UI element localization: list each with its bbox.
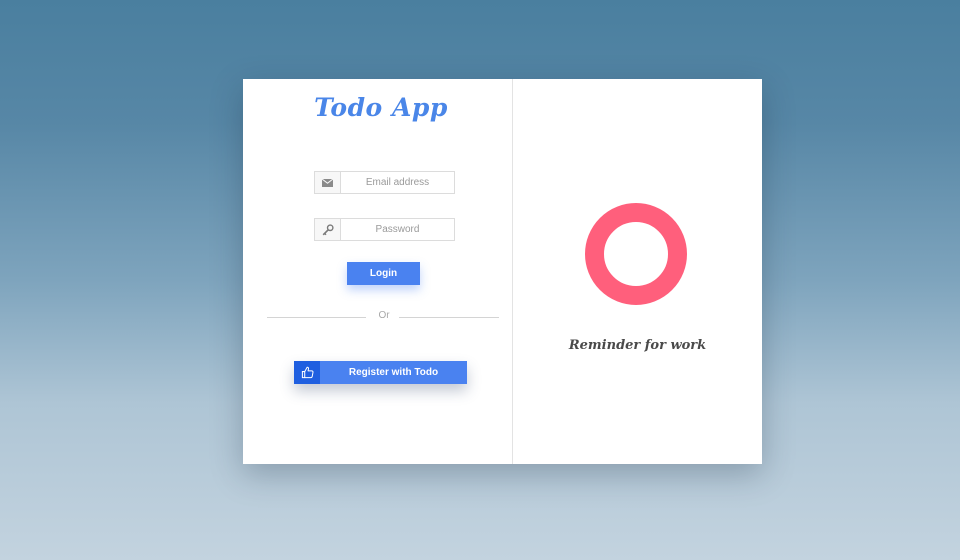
divider-right [399,317,499,318]
thumbs-up-icon [294,361,320,384]
password-field[interactable] [314,218,455,241]
login-panel: Todo App Login Or [243,79,513,464]
divider-left [267,317,366,318]
showcase-panel: Reminder for work [513,79,762,464]
login-button[interactable]: Login [347,262,420,285]
email-input[interactable] [341,172,454,193]
register-button[interactable]: Register with Todo [294,361,467,384]
login-card: Todo App Login Or [243,79,762,464]
tagline: Reminder for work [568,338,707,353]
key-icon [315,219,341,240]
or-divider-label: Or [378,310,390,321]
envelope-icon [315,172,341,193]
register-button-label: Register with Todo [348,367,439,378]
app-title: Todo App [314,93,448,122]
ring-icon [585,203,687,305]
email-field[interactable] [314,171,455,194]
password-input[interactable] [341,219,454,240]
